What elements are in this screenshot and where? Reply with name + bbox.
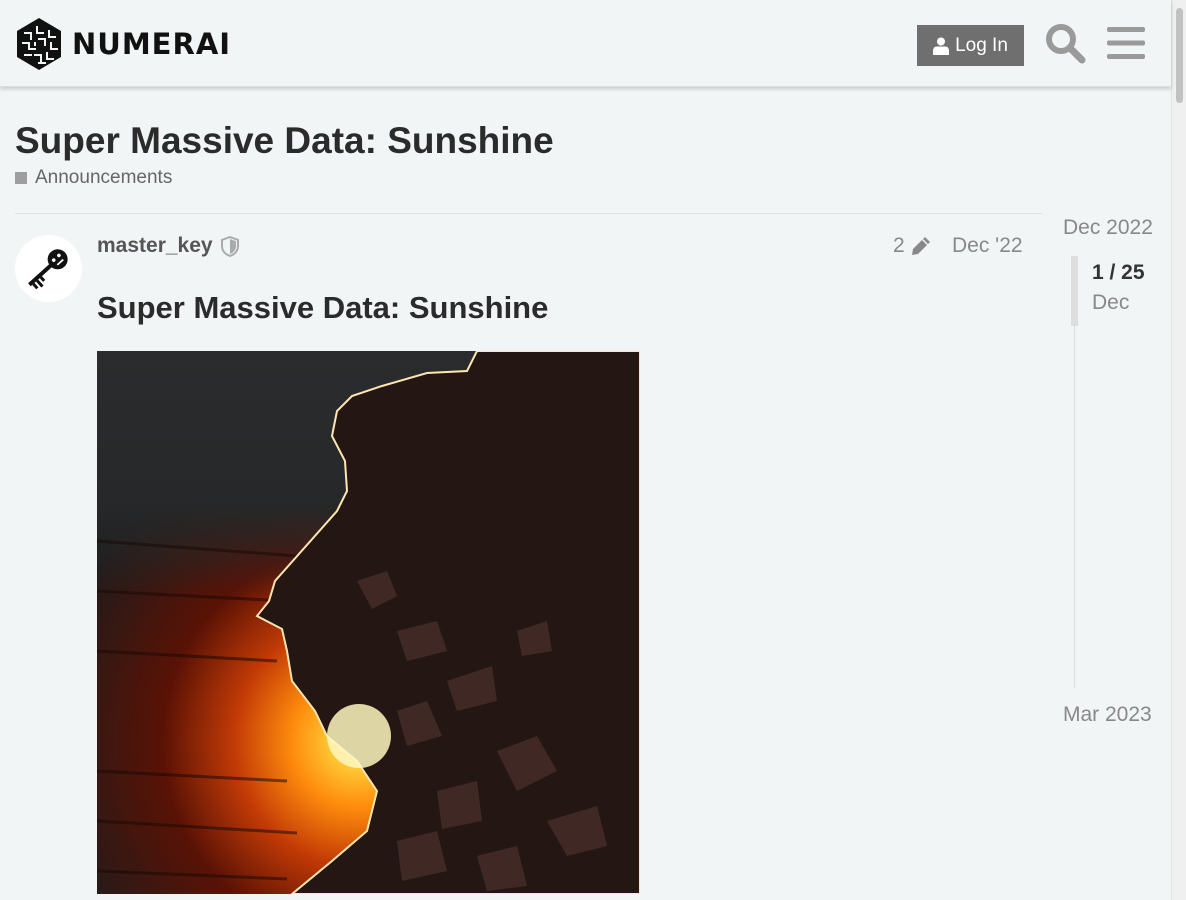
post-heading: Super Massive Data: Sunshine [97,290,549,325]
timeline-start-date[interactable]: Dec 2022 [1063,216,1153,240]
avatar[interactable] [15,235,82,302]
hamburger-icon[interactable] [1107,26,1145,60]
timeline-end-date[interactable]: Mar 2023 [1063,703,1152,727]
title-divider [15,213,1042,214]
post-username[interactable]: master_key [97,234,213,258]
post-image[interactable] [97,351,640,894]
edit-history-button[interactable]: 2 [893,234,932,258]
search-icon[interactable] [1044,22,1086,64]
category-badge[interactable]: Announcements [15,167,172,189]
scrollbar-thumb[interactable] [1176,8,1183,103]
site-logo[interactable]: NUMERAI [15,17,231,71]
login-label: Log In [955,34,1008,56]
user-icon [933,37,950,55]
brand-wordmark: NUMERAI [72,27,232,61]
topic-title[interactable]: Super Massive Data: Sunshine [15,120,554,162]
category-color-swatch [15,172,27,184]
pencil-icon [911,237,930,255]
timeline-position: 1 / 25 [1092,261,1145,284]
site-header: NUMERAI Log In [0,0,1171,87]
page-scrollbar[interactable] [1171,0,1186,900]
page: NUMERAI Log In Super Massive Data: Sunsh… [0,0,1186,900]
timeline-current-month: Dec [1092,291,1130,314]
post-date[interactable]: Dec '22 [952,234,1023,258]
numerai-logo-icon [17,18,61,70]
category-label: Announcements [35,167,173,188]
login-button[interactable]: Log In [917,25,1024,66]
shield-icon [221,236,239,257]
edit-count-value: 2 [893,234,905,257]
timeline-handle[interactable] [1071,256,1078,326]
key-avatar-icon [28,249,68,290]
